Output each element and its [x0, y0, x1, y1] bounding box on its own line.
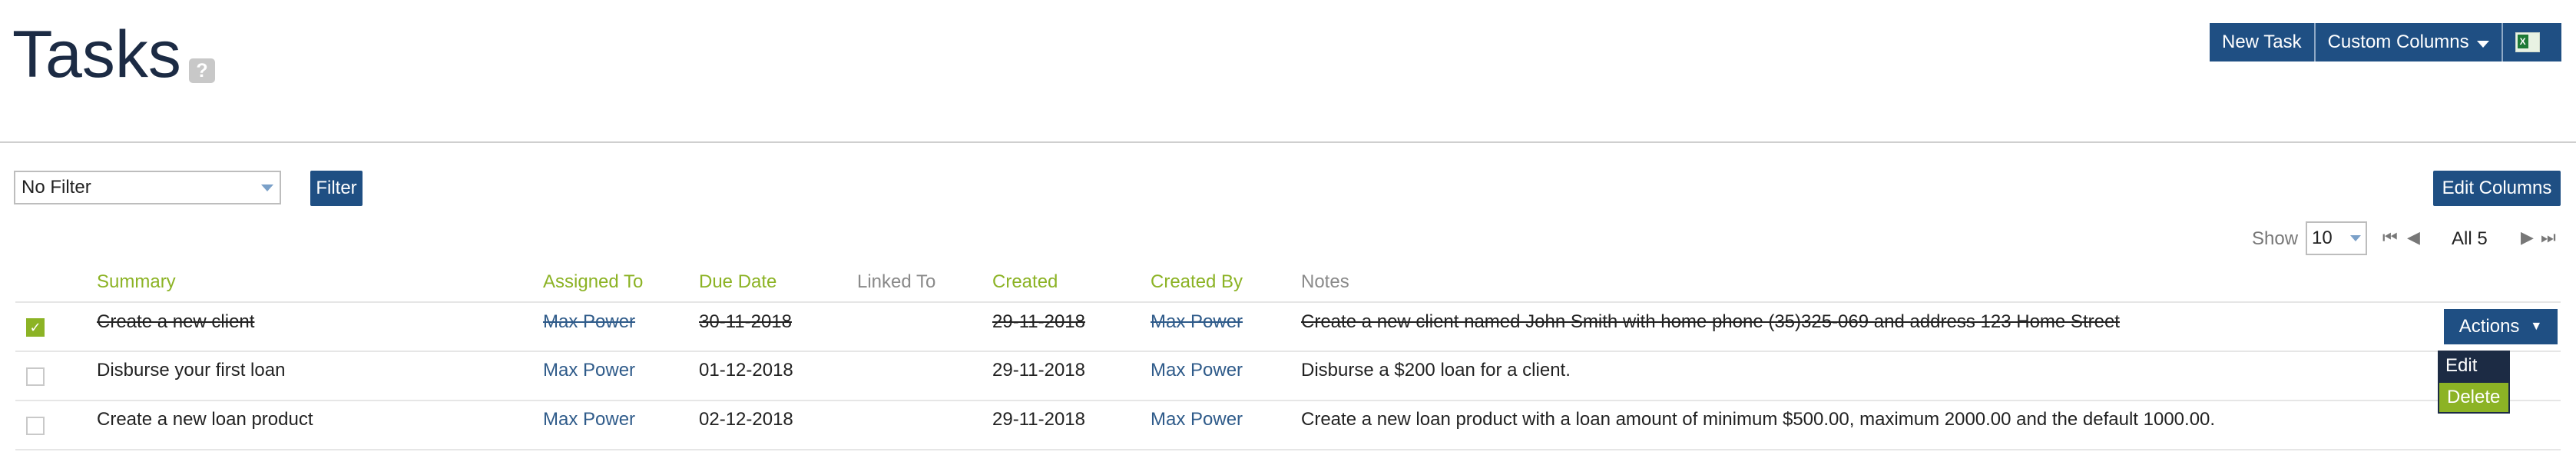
row-divider [15, 301, 2561, 303]
chevron-down-icon [2350, 235, 2361, 241]
page-title: Tasks [12, 18, 181, 91]
custom-columns-label: Custom Columns [2327, 32, 2469, 52]
actions-label: Actions [2458, 316, 2520, 337]
task-notes: Create a new loan product with a loan am… [1301, 409, 2216, 430]
filter-selected-value: No Filter [22, 177, 91, 198]
row-divider [15, 351, 2561, 352]
row-checkbox[interactable] [26, 367, 45, 386]
row-divider [15, 449, 2561, 450]
row-checkbox[interactable]: ✓ [26, 318, 45, 337]
custom-columns-button[interactable]: Custom Columns [2316, 23, 2503, 61]
filter-select[interactable]: No Filter [14, 171, 281, 204]
show-label: Show [2252, 228, 2299, 249]
task-created: 29-11-2018 [992, 311, 1085, 332]
column-header-summary[interactable]: Summary [97, 271, 176, 293]
last-page-icon[interactable]: ⏭ [2541, 228, 2556, 248]
task-created-by[interactable]: Max Power [1151, 409, 1243, 430]
export-excel-button[interactable] [2503, 23, 2552, 61]
page-size-select[interactable]: 10 [2306, 221, 2367, 255]
filter-button[interactable]: Filter [310, 171, 363, 206]
task-assigned-to[interactable]: Max Power [543, 409, 635, 430]
task-summary[interactable]: Create a new client [97, 311, 254, 333]
chevron-down-icon [261, 184, 273, 191]
new-task-label: New Task [2222, 32, 2302, 52]
excel-icon [2515, 32, 2540, 52]
task-created-by[interactable]: Max Power [1151, 311, 1243, 333]
actions-menu-delete[interactable]: Delete [2438, 381, 2510, 414]
column-header-created[interactable]: Created [992, 271, 1058, 293]
task-notes: Disburse a $200 loan for a client. [1301, 360, 1571, 381]
task-assigned-to[interactable]: Max Power [543, 360, 635, 381]
column-header-created-by[interactable]: Created By [1151, 271, 1243, 293]
chevron-down-icon [2476, 40, 2489, 48]
help-icon[interactable]: ? [189, 58, 215, 83]
column-header-linked-to: Linked To [857, 271, 936, 292]
page-count: All 5 [2452, 228, 2488, 249]
task-summary[interactable]: Disburse your first loan [97, 360, 285, 381]
column-header-due-date[interactable]: Due Date [699, 271, 776, 293]
task-created: 29-11-2018 [992, 409, 1085, 430]
task-created: 29-11-2018 [992, 360, 1085, 381]
task-due-date: 02-12-2018 [699, 409, 793, 430]
new-task-button[interactable]: New Task [2210, 23, 2316, 61]
task-due-date: 01-12-2018 [699, 360, 793, 381]
header-divider [0, 141, 2576, 143]
prev-page-icon[interactable]: ◀ [2407, 228, 2420, 248]
column-header-notes: Notes [1301, 271, 1349, 292]
next-page-icon[interactable]: ▶ [2521, 228, 2534, 248]
task-summary[interactable]: Create a new loan product [97, 409, 313, 430]
row-divider [15, 400, 2561, 401]
task-created-by[interactable]: Max Power [1151, 360, 1243, 381]
row-checkbox[interactable] [26, 417, 45, 435]
page-size-value: 10 [2312, 228, 2333, 248]
caret-down-icon: ▼ [2530, 320, 2543, 333]
actions-button[interactable]: Actions ▼ [2444, 309, 2558, 344]
task-assigned-to[interactable]: Max Power [543, 311, 635, 333]
task-due-date: 30-11-2018 [699, 311, 792, 332]
column-header-assigned-to[interactable]: Assigned To [543, 271, 643, 293]
first-page-icon[interactable]: ⏮ [2382, 228, 2398, 248]
task-notes: Create a new client named John Smith wit… [1301, 311, 2120, 332]
top-toolbar: New Task Custom Columns [2210, 23, 2561, 61]
actions-menu-edit[interactable]: Edit [2438, 351, 2510, 381]
edit-columns-button[interactable]: Edit Columns [2433, 171, 2561, 206]
